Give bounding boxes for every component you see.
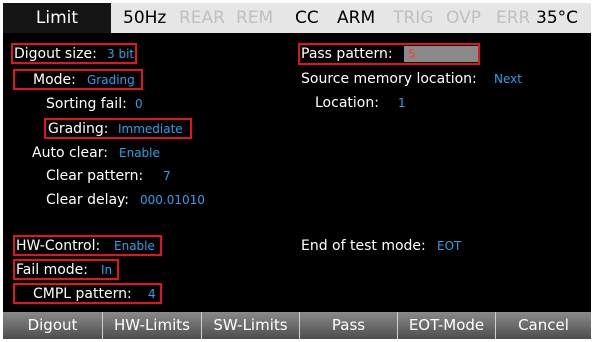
status-cc: CC bbox=[295, 8, 319, 28]
status-err: ERR bbox=[496, 8, 531, 28]
status-rem: REM bbox=[236, 8, 274, 28]
pass-pattern-label: Pass pattern: bbox=[301, 46, 393, 62]
mode-value[interactable]: Grading bbox=[87, 71, 135, 89]
status-frequency: 50Hz bbox=[123, 8, 167, 28]
status-temperature: 35°C bbox=[536, 8, 579, 28]
softkey-bar: Digout HW-Limits SW-Limits Pass EOT-Mode… bbox=[3, 312, 591, 339]
location-label: Location: bbox=[315, 95, 379, 111]
sorting-fail-label: Sorting fail: bbox=[46, 96, 127, 112]
softkey-sw-limits[interactable]: SW-Limits bbox=[201, 312, 299, 339]
digout-size-label: Digout size: bbox=[14, 46, 97, 62]
mode-label: Mode: bbox=[33, 72, 76, 88]
status-arm: ARM bbox=[337, 8, 376, 28]
instrument-screen: Limit 50Hz REAR REM CC ARM TRIG OVP ERR … bbox=[3, 3, 591, 339]
clear-pattern-label: Clear pattern: bbox=[46, 168, 144, 184]
softkey-pass[interactable]: Pass bbox=[299, 312, 397, 339]
fail-mode-label: Fail mode: bbox=[16, 262, 88, 278]
end-of-test-value[interactable]: EOT bbox=[437, 237, 461, 255]
menu-title: Limit bbox=[3, 3, 111, 33]
grading-value[interactable]: Immediate bbox=[118, 120, 183, 138]
status-bar: Limit 50Hz REAR REM CC ARM TRIG OVP ERR … bbox=[3, 3, 591, 33]
hw-control-label: HW-Control: bbox=[16, 238, 101, 254]
auto-clear-value[interactable]: Enable bbox=[119, 144, 160, 162]
pass-pattern-value[interactable]: 5 bbox=[408, 45, 416, 63]
clear-delay-value[interactable]: 000.01010 bbox=[140, 191, 205, 209]
source-memory-value[interactable]: Next bbox=[494, 70, 522, 88]
clear-delay-label: Clear delay: bbox=[46, 192, 130, 208]
status-ovp: OVP bbox=[446, 8, 481, 28]
status-trig: TRIG bbox=[393, 8, 434, 28]
softkey-eot-mode[interactable]: EOT-Mode bbox=[397, 312, 495, 339]
source-memory-label: Source memory location: bbox=[301, 71, 477, 87]
clear-pattern-value[interactable]: 7 bbox=[163, 167, 171, 185]
end-of-test-label: End of test mode: bbox=[301, 238, 426, 254]
hw-control-value[interactable]: Enable bbox=[114, 237, 155, 255]
softkey-cancel[interactable]: Cancel bbox=[495, 312, 591, 339]
auto-clear-label: Auto clear: bbox=[32, 145, 108, 161]
fail-mode-value[interactable]: In bbox=[101, 261, 112, 279]
location-value[interactable]: 1 bbox=[398, 94, 406, 112]
cmpl-pattern-value[interactable]: 4 bbox=[148, 285, 156, 303]
status-rear: REAR bbox=[179, 8, 225, 28]
cmpl-pattern-label: CMPL pattern: bbox=[33, 286, 132, 302]
sorting-fail-value[interactable]: 0 bbox=[135, 95, 143, 113]
digout-size-value[interactable]: 3 bit bbox=[107, 45, 134, 63]
softkey-digout[interactable]: Digout bbox=[3, 312, 102, 339]
grading-label: Grading: bbox=[48, 121, 109, 137]
softkey-hw-limits[interactable]: HW-Limits bbox=[102, 312, 201, 339]
